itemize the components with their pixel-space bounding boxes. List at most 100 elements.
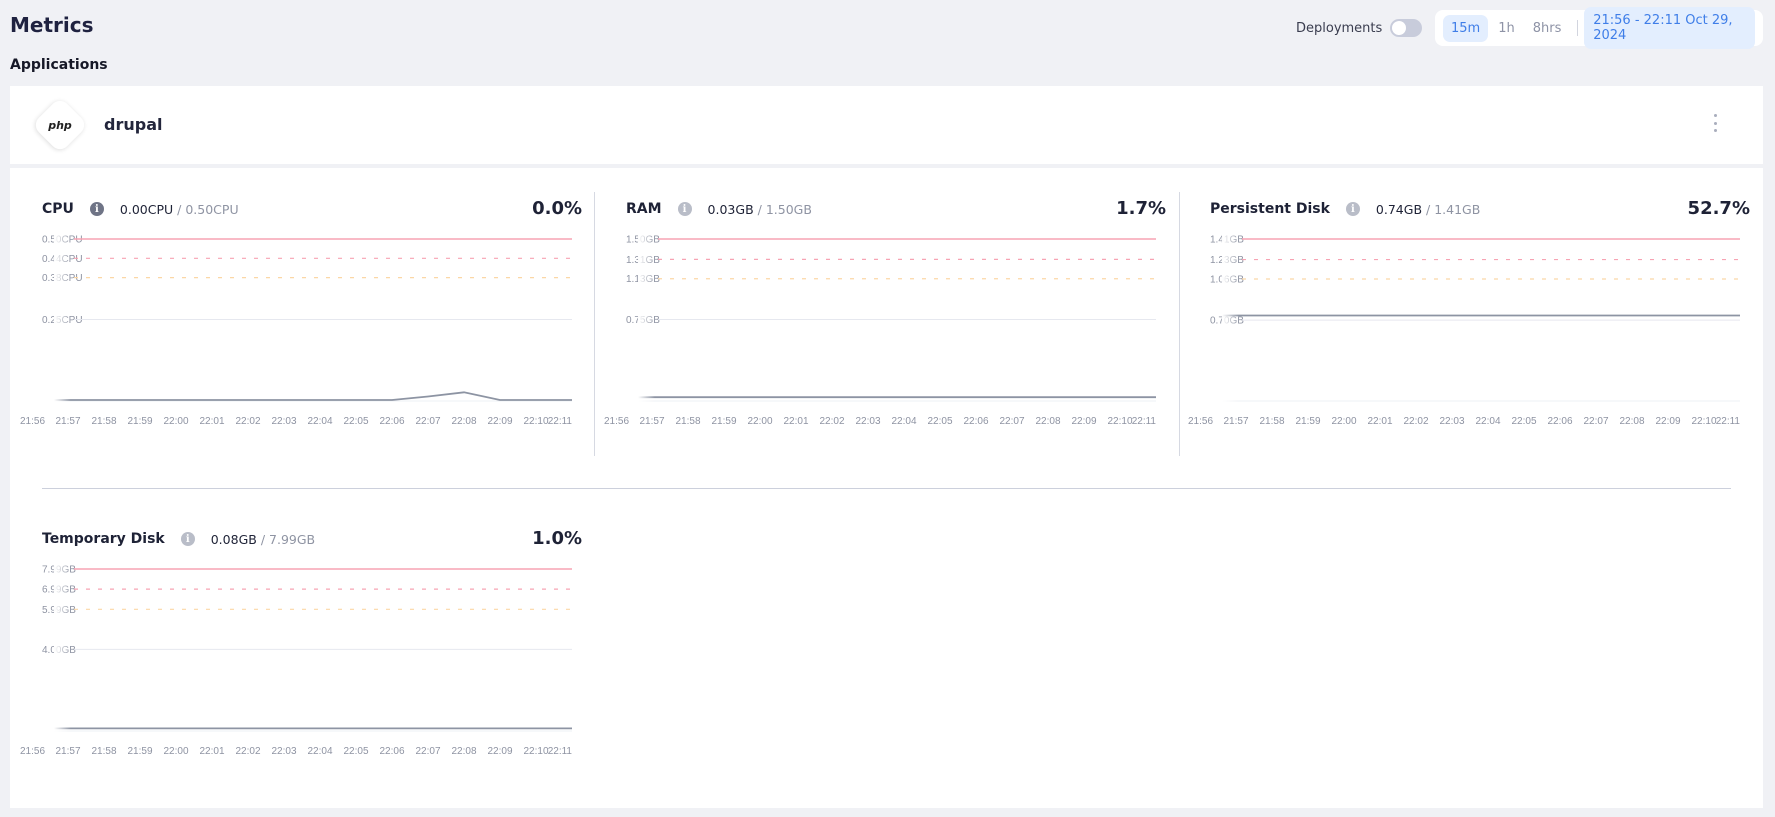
x-tick-label: 22:05: [927, 416, 952, 427]
deployments-control: Deployments: [1296, 19, 1423, 37]
info-icon[interactable]: i: [677, 202, 692, 216]
range-option-1h[interactable]: 1h: [1490, 15, 1523, 42]
x-tick-label: 22:08: [1035, 416, 1060, 427]
persistent-disk-chart: 1.41GB1.23GB1.06GB0.70GB21:5621:5721:582…: [1188, 235, 1741, 428]
x-tick-label: 22:08: [1619, 416, 1644, 427]
x-tick-label: 22:04: [891, 416, 916, 427]
x-tick-label: 21:56: [20, 746, 45, 757]
x-tick-label: 22:07: [415, 746, 440, 757]
x-tick-label: 22:02: [235, 416, 260, 427]
x-tick-label: 21:58: [91, 746, 116, 757]
kebab-vertical-icon[interactable]: [1710, 112, 1720, 134]
x-tick-label: 22:06: [379, 416, 404, 427]
x-tick-label: 22:05: [1511, 416, 1536, 427]
usage-percent: 0.0%: [532, 198, 582, 219]
x-tick-label: 22:06: [379, 746, 404, 757]
ram-panel: RAM i 0.03GB / 1.50GB 1.7% 1.50GB1.31GB1…: [604, 194, 1166, 454]
x-tick-label: 21:59: [711, 416, 736, 427]
x-tick-label: 22:09: [1655, 416, 1680, 427]
temporary-disk-chart: 7.99GB6.99GB5.99GB4.00GB21:5621:5721:582…: [20, 565, 573, 758]
persistent-disk-panel: Persistent Disk i 0.74GB / 1.41GB 52.7% …: [1188, 194, 1750, 454]
panel-title: RAM: [626, 201, 662, 217]
ram-chart: 1.50GB1.31GB1.13GB0.75GB21:5621:5721:582…: [604, 235, 1157, 428]
x-tick-label: 22:01: [1367, 416, 1392, 427]
x-tick-label: 22:11: [548, 416, 573, 427]
x-tick-label: 22:00: [747, 416, 772, 427]
x-tick-label: 22:11: [548, 746, 573, 757]
range-option-15m[interactable]: 15m: [1443, 14, 1489, 42]
info-icon[interactable]: i: [1345, 202, 1360, 216]
x-tick-label: 21:56: [1188, 416, 1213, 427]
fade-overlay: [638, 235, 778, 404]
app-card: php drupal: [10, 86, 1763, 164]
x-tick-label: 22:04: [307, 416, 332, 427]
x-tick-label: 22:05: [343, 416, 368, 427]
usage-current: 0.00CPU: [119, 201, 174, 217]
usage-current: 0.03GB: [707, 201, 754, 217]
x-tick-label: 22:01: [199, 746, 224, 757]
php-logo-icon: php: [31, 96, 89, 154]
date-range-picker[interactable]: 21:56 - 22:11 Oct 29, 2024: [1584, 7, 1755, 49]
x-tick-label: 22:10: [1107, 416, 1132, 427]
x-tick-label: 22:09: [487, 746, 512, 757]
x-tick-label: 22:09: [1071, 416, 1096, 427]
x-tick-label: 21:56: [604, 416, 629, 427]
info-icon[interactable]: i: [180, 532, 195, 546]
x-tick-label: 22:02: [819, 416, 844, 427]
x-tick-label: 22:06: [1547, 416, 1572, 427]
x-tick-label: 21:58: [1259, 416, 1284, 427]
x-tick-label: 21:56: [20, 416, 45, 427]
info-icon[interactable]: i: [89, 202, 104, 216]
x-tick-label: 22:00: [163, 416, 188, 427]
usage-limit: / 7.99GB: [260, 531, 316, 547]
x-tick-label: 22:07: [1583, 416, 1608, 427]
row-divider: [42, 488, 1731, 489]
temporary-disk-panel: Temporary Disk i 0.08GB / 7.99GB 1.0% 7.…: [20, 524, 582, 784]
usage-percent: 52.7%: [1687, 198, 1750, 219]
section-title: Applications: [10, 57, 108, 73]
x-tick-label: 22:02: [235, 746, 260, 757]
panel-divider: [594, 192, 595, 456]
usage-limit: / 1.50GB: [757, 201, 812, 217]
x-tick-label: 21:57: [55, 746, 80, 757]
x-tick-label: 21:59: [1295, 416, 1320, 427]
panel-divider: [1179, 192, 1180, 456]
deployments-label: Deployments: [1296, 20, 1383, 36]
x-tick-label: 22:04: [307, 746, 332, 757]
x-tick-label: 21:57: [639, 416, 664, 427]
x-tick-label: 22:00: [1331, 416, 1356, 427]
x-tick-label: 22:01: [783, 416, 808, 427]
range-option-8hrs[interactable]: 8hrs: [1525, 15, 1570, 42]
usage-limit: / 0.50CPU: [177, 201, 239, 217]
usage-percent: 1.7%: [1116, 198, 1166, 219]
usage-percent: 1.0%: [532, 528, 582, 549]
time-range-selector: 15m 1h 8hrs 21:56 - 22:11 Oct 29, 2024: [1435, 7, 1763, 49]
metrics-card: CPU i 0.00CPU / 0.50CPU 0.0% 0.50CPU0.44…: [10, 168, 1763, 808]
x-tick-label: 21:58: [675, 416, 700, 427]
fade-overlay: [1222, 235, 1362, 404]
cpu-panel: CPU i 0.00CPU / 0.50CPU 0.0% 0.50CPU0.44…: [20, 194, 582, 454]
x-tick-label: 22:04: [1475, 416, 1500, 427]
x-tick-label: 22:05: [343, 746, 368, 757]
x-tick-label: 22:11: [1716, 416, 1741, 427]
x-tick-label: 22:03: [271, 746, 296, 757]
fade-overlay: [54, 565, 194, 734]
panel-title: Persistent Disk: [1210, 201, 1330, 217]
x-tick-label: 22:08: [451, 416, 476, 427]
x-tick-label: 22:07: [415, 416, 440, 427]
x-tick-label: 22:10: [523, 746, 548, 757]
x-tick-label: 21:58: [91, 416, 116, 427]
x-tick-label: 22:03: [855, 416, 880, 427]
x-tick-label: 21:59: [127, 746, 152, 757]
app-name: drupal: [104, 115, 163, 134]
usage-limit: / 1.41GB: [1426, 201, 1481, 217]
x-tick-label: 22:06: [963, 416, 988, 427]
x-tick-label: 22:08: [451, 746, 476, 757]
x-tick-label: 22:02: [1403, 416, 1428, 427]
x-tick-label: 21:59: [127, 416, 152, 427]
x-tick-label: 22:11: [1132, 416, 1157, 427]
deployments-toggle[interactable]: [1390, 19, 1423, 37]
app-logo-text: php: [48, 118, 72, 132]
cpu-chart: 0.50CPU0.44CPU0.38CPU0.25CPU21:5621:5721…: [20, 235, 573, 428]
usage-current: 0.74GB: [1375, 201, 1423, 217]
